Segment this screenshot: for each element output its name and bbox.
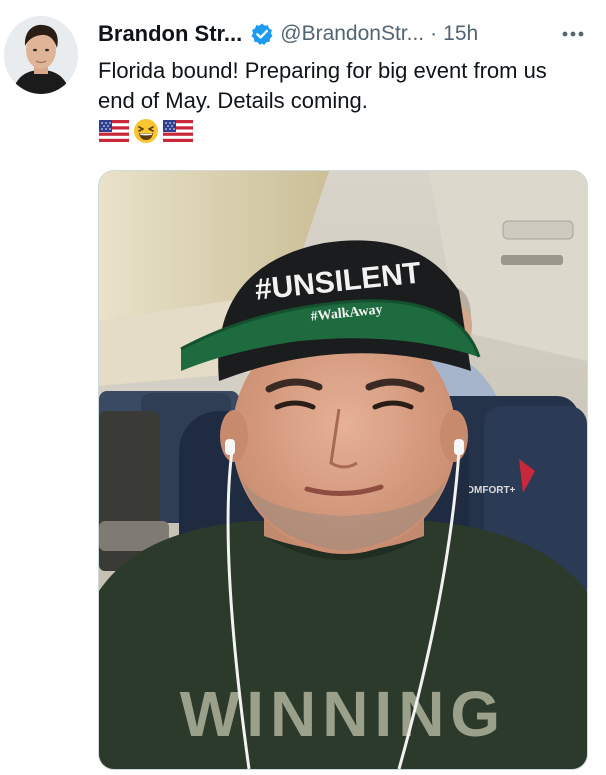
- emoji-row: [98, 118, 194, 149]
- tweet[interactable]: Brandon Str... @BrandonStr... · 15h Flor…: [0, 0, 606, 775]
- timestamp[interactable]: 15h: [443, 22, 478, 46]
- shirt-text: WINNING: [180, 678, 506, 750]
- author-name[interactable]: Brandon Str...: [98, 21, 242, 47]
- tweet-text: Florida bound! Preparing for big event f…: [98, 58, 547, 113]
- grinning-squinting-emoji: [133, 118, 159, 149]
- avatar-image: [4, 16, 78, 94]
- tweet-photo[interactable]: COMFORT+ WINNING #UNSILENT #WalkAway: [98, 170, 588, 770]
- author-handle[interactable]: @BrandonStr...: [280, 22, 424, 46]
- selfie-photo: COMFORT+ WINNING #UNSILENT #WalkAway: [99, 171, 587, 769]
- tweet-header: Brandon Str... @BrandonStr... · 15h: [98, 20, 588, 48]
- us-flag-emoji: [162, 119, 194, 147]
- more-options-icon[interactable]: [558, 22, 588, 46]
- us-flag-emoji: [98, 119, 130, 147]
- verified-badge-icon[interactable]: [250, 22, 274, 46]
- separator-dot: ·: [430, 22, 438, 45]
- avatar[interactable]: [4, 16, 78, 94]
